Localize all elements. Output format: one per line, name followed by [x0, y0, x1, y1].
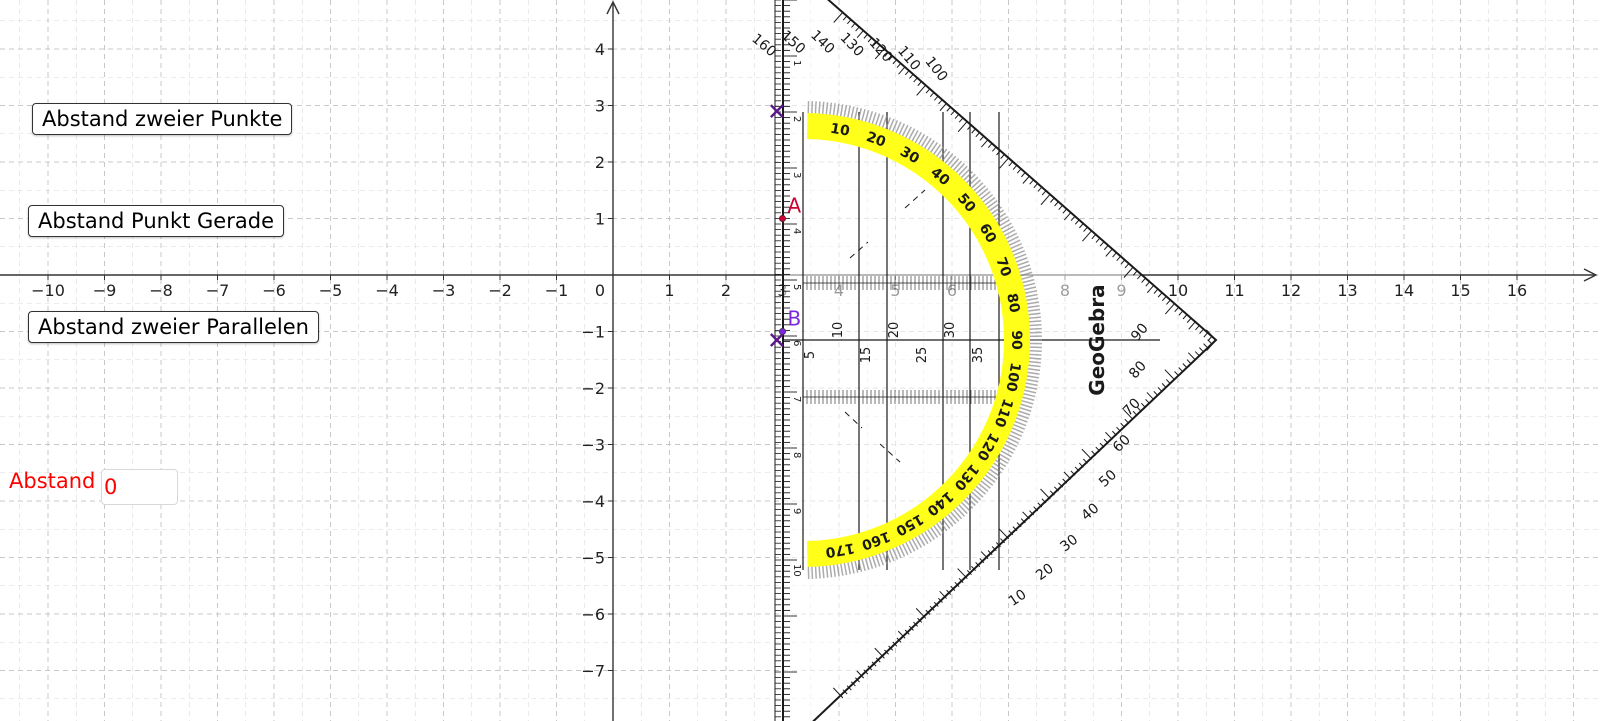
x-tick-label: 2: [721, 281, 731, 300]
cross-marker: [770, 104, 784, 118]
y-tick-label: 3: [595, 97, 605, 116]
outer-label: 40: [1078, 500, 1102, 524]
edge-label: 3: [791, 172, 802, 178]
x-tick-label: −7: [206, 281, 230, 300]
inner-scale-label: 35: [971, 347, 986, 364]
x-tick-label: 12: [1281, 281, 1301, 300]
abstand-zweier-punkte-button[interactable]: Abstand zweier Punkte: [32, 103, 293, 135]
y-tick-label: −4: [581, 492, 605, 511]
outer-label: 100: [922, 54, 951, 85]
arc-label: 10: [829, 121, 851, 140]
x-tick-label: −4: [375, 281, 399, 300]
x-tick-label: 10: [1168, 281, 1188, 300]
x-tick-label: −1: [545, 281, 569, 300]
geogebra-brand: GeoGebra: [1085, 284, 1109, 395]
edge-label: 5: [791, 284, 802, 290]
origin-label: 0: [595, 281, 605, 300]
abstand-punkt-gerade-button[interactable]: Abstand Punkt Gerade: [28, 205, 284, 237]
outer-label: 50: [1096, 467, 1120, 491]
inner-scale-label: 20: [887, 322, 902, 339]
inner-scale-label: 25: [915, 347, 930, 364]
y-tick-label: −6: [581, 605, 605, 624]
inner-scale-label: 10: [831, 322, 846, 339]
inner-scale-label: 15: [859, 347, 874, 364]
abstand-input[interactable]: [101, 469, 178, 505]
abstand-zweier-parallelen-button[interactable]: Abstand zweier Parallelen: [28, 311, 319, 343]
outer-label: 30: [1057, 532, 1081, 556]
edge-label: 2: [791, 116, 802, 122]
x-tick-label: −3: [432, 281, 456, 300]
inner-scale-label: 30: [943, 322, 958, 339]
inner-scale-label: 5: [803, 351, 818, 359]
y-tick-label: 1: [595, 210, 605, 229]
point-label-a: A: [788, 194, 802, 218]
y-tick-label: 2: [595, 153, 605, 172]
x-tick-label: 16: [1507, 281, 1527, 300]
edge-label: 10: [791, 564, 802, 577]
outer-label: 10: [1006, 587, 1030, 610]
x-tick-label: −2: [488, 281, 512, 300]
edge-label: 9: [791, 508, 802, 514]
point-b[interactable]: [778, 327, 786, 335]
set-square-protractor[interactable]: 12345678910510152025303510 20304050607080…: [748, 0, 1218, 721]
edge-label: 6: [791, 340, 802, 346]
y-tick-label: 4: [595, 40, 605, 59]
x-tick-label: −9: [93, 281, 117, 300]
y-tick-label: −3: [581, 436, 605, 455]
x-tick-label: 14: [1394, 281, 1414, 300]
y-tick-label: −1: [581, 323, 605, 342]
x-tick-label: −5: [319, 281, 343, 300]
y-tick-label: −5: [581, 549, 605, 568]
edge-label: 8: [791, 452, 802, 458]
arc-label: 80: [1003, 292, 1022, 314]
point-label-b: B: [788, 307, 802, 331]
y-tick-label: −2: [581, 379, 605, 398]
point-a[interactable]: [778, 215, 786, 223]
x-tick-label: 15: [1450, 281, 1470, 300]
y-tick-label: −7: [581, 662, 605, 681]
x-tick-label: 13: [1337, 281, 1357, 300]
x-tick-label: 11: [1224, 281, 1244, 300]
x-tick-label: −6: [262, 281, 286, 300]
x-tick-label: 1: [664, 281, 674, 300]
edge-label: 4: [791, 228, 802, 234]
abstand-label: Abstand: [9, 469, 96, 493]
edge-label: 7: [791, 396, 802, 402]
x-tick-label: −8: [149, 281, 173, 300]
x-tick-label: −10: [31, 281, 65, 300]
arc-label: 90: [1008, 330, 1024, 350]
edge-label: 1: [791, 60, 802, 66]
